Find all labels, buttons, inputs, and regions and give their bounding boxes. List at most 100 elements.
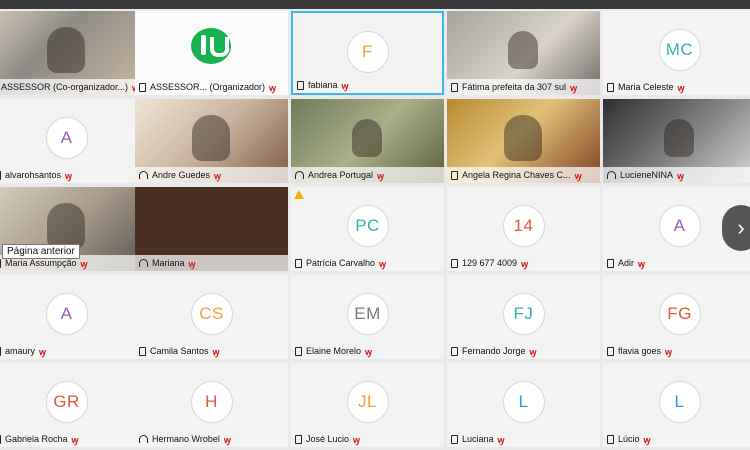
- name-bar: LucieneNINA ꝡ: [603, 167, 750, 183]
- participant-tile[interactable]: Andrea Portugal ꝡ: [291, 99, 444, 183]
- name-bar: Andre Guedes ꝡ: [135, 167, 288, 183]
- participant-name: Maria Celeste: [618, 82, 674, 92]
- participant-tile[interactable]: LucieneNINA ꝡ: [603, 99, 750, 183]
- headphone-icon: [607, 171, 616, 179]
- mic-muted-icon: ꝡ: [214, 170, 222, 181]
- avatar: FJ: [502, 293, 545, 335]
- participant-tile[interactable]: JL José Lucio ꝡ: [291, 363, 444, 447]
- avatar: FG: [658, 293, 701, 335]
- participant-tile[interactable]: FJ Fernando Jorge ꝡ: [447, 275, 600, 359]
- name-bar: flavia goes ꝡ: [603, 343, 750, 359]
- avatar: CS: [190, 293, 233, 335]
- avatar: A: [658, 205, 701, 247]
- mic-muted-icon: ꝡ: [269, 82, 277, 93]
- participant-tile[interactable]: Andre Guedes ꝡ: [135, 99, 288, 183]
- chevron-right-icon: ›: [737, 215, 745, 240]
- name-bar: Elaine Morelo ꝡ: [291, 343, 444, 359]
- mic-muted-icon: ꝡ: [574, 170, 582, 181]
- mic-muted-icon: ꝡ: [529, 346, 537, 357]
- participant-name: Luciana: [462, 434, 494, 444]
- headphone-icon: [139, 259, 148, 267]
- device-icon: [297, 80, 304, 90]
- avatar: MC: [658, 29, 701, 71]
- video-feed: [352, 119, 382, 157]
- participant-tile[interactable]: PC Patrícia Carvalho ꝡ: [291, 187, 444, 271]
- avatar: H: [190, 381, 233, 423]
- participant-name: Andrea Portugal: [308, 170, 374, 180]
- device-icon: [607, 258, 614, 268]
- video-feed: [504, 115, 542, 161]
- participant-tile[interactable]: EM Elaine Morelo ꝡ: [291, 275, 444, 359]
- mic-muted-icon: ꝡ: [379, 258, 387, 269]
- name-bar: Luciana ꝡ: [447, 431, 600, 447]
- device-icon: [295, 434, 302, 444]
- device-icon: [0, 434, 1, 444]
- name-bar: Angela Regina Chaves C... ꝡ: [447, 167, 600, 183]
- avatar: EM: [346, 293, 389, 335]
- participant-tile[interactable]: Ffabiana ꝡ: [291, 11, 444, 95]
- participant-tile[interactable]: Mariana ꝡ: [135, 187, 288, 271]
- name-bar: ASSESSOR... (Organizador) ꝡ: [135, 79, 288, 95]
- participant-tile[interactable]: GR Gabriela Rocha ꝡ: [0, 363, 143, 447]
- avatar: PC: [346, 205, 389, 247]
- participant-tile[interactable]: Fátima prefeita da 307 sul ꝡ: [447, 11, 600, 95]
- participant-tile[interactable]: CS Camila Santos ꝡ: [135, 275, 288, 359]
- avatar: 14: [502, 205, 545, 247]
- participant-name: Lúcio: [618, 434, 640, 444]
- participant-tile[interactable]: Aalvarohsantos ꝡ: [0, 99, 143, 183]
- participant-tile[interactable]: FG flavia goes ꝡ: [603, 275, 750, 359]
- device-icon: [451, 82, 458, 92]
- name-bar: Hermano Wrobel ꝡ: [135, 431, 288, 447]
- mic-muted-icon: ꝡ: [39, 346, 46, 357]
- next-page-button[interactable]: ›: [722, 205, 750, 251]
- device-icon: [607, 346, 614, 356]
- participant-name: fabiana: [308, 80, 338, 90]
- participant-name: Adir: [618, 258, 635, 268]
- device-icon: [139, 82, 146, 92]
- mic-muted-icon: ꝡ: [71, 434, 79, 445]
- participant-name: Mariana: [152, 258, 185, 268]
- participant-name: Camila Santos: [150, 346, 209, 356]
- name-bar: Camila Santos ꝡ: [135, 343, 288, 359]
- avatar: JL: [346, 381, 389, 423]
- tooltip-previous-page: Página anterior: [2, 244, 80, 259]
- name-bar: Andrea Portugal ꝡ: [291, 167, 444, 183]
- participant-name: alvarohsantos: [5, 170, 62, 180]
- participant-name: Patrícia Carvalho: [306, 258, 376, 268]
- mic-muted-icon: ꝡ: [80, 258, 88, 269]
- name-bar: Mariana ꝡ: [135, 255, 288, 271]
- avatar: L: [658, 381, 701, 423]
- mic-muted-icon: ꝡ: [643, 434, 651, 445]
- participant-tile[interactable]: L Lúcio ꝡ: [603, 363, 750, 447]
- participant-tile[interactable]: MC Maria Celeste ꝡ: [603, 11, 750, 95]
- participant-name: ASSESSOR... (Organizador): [150, 82, 266, 92]
- participant-name: Fátima prefeita da 307 sul: [462, 82, 567, 92]
- participant-tile[interactable]: Aamaury ꝡ: [0, 275, 143, 359]
- video-feed: [508, 31, 538, 69]
- device-icon: [295, 258, 302, 268]
- headphone-icon: [295, 171, 304, 179]
- name-bar: Maria Celeste ꝡ: [603, 79, 750, 95]
- device-icon: [607, 82, 614, 92]
- device-icon: [607, 434, 614, 444]
- mic-muted-icon: ꝡ: [497, 434, 505, 445]
- participant-tile[interactable]: 14 129 677 4009 ꝡ: [447, 187, 600, 271]
- participant-tile[interactable]: H Hermano Wrobel ꝡ: [135, 363, 288, 447]
- participant-tile[interactable]: ASSESSOR... (Organizador) ꝡ: [135, 11, 288, 95]
- participant-name: Andre Guedes: [152, 170, 211, 180]
- participant-name: Maria Assumpção: [5, 258, 77, 268]
- participant-tile[interactable]: Angela Regina Chaves C... ꝡ: [447, 99, 600, 183]
- participant-name: ASSESSOR (Co-organizador...): [0, 82, 129, 92]
- participant-name: Elaine Morelo: [306, 346, 362, 356]
- participant-tile[interactable]: L Luciana ꝡ: [447, 363, 600, 447]
- mic-muted-icon: ꝡ: [341, 80, 349, 91]
- device-icon: [139, 346, 146, 356]
- device-icon: [451, 258, 458, 268]
- name-bar: Fernando Jorge ꝡ: [447, 343, 600, 359]
- name-bar: 129 677 4009 ꝡ: [447, 255, 600, 271]
- name-bar: Gabriela Rocha ꝡ: [0, 431, 143, 447]
- participant-name: LucieneNINA: [620, 170, 674, 180]
- mic-muted-icon: ꝡ: [570, 82, 578, 93]
- participant-tile[interactable]: ASSESSOR (Co-organizador...)ꝡ: [0, 11, 143, 95]
- mic-muted-icon: ꝡ: [365, 346, 373, 357]
